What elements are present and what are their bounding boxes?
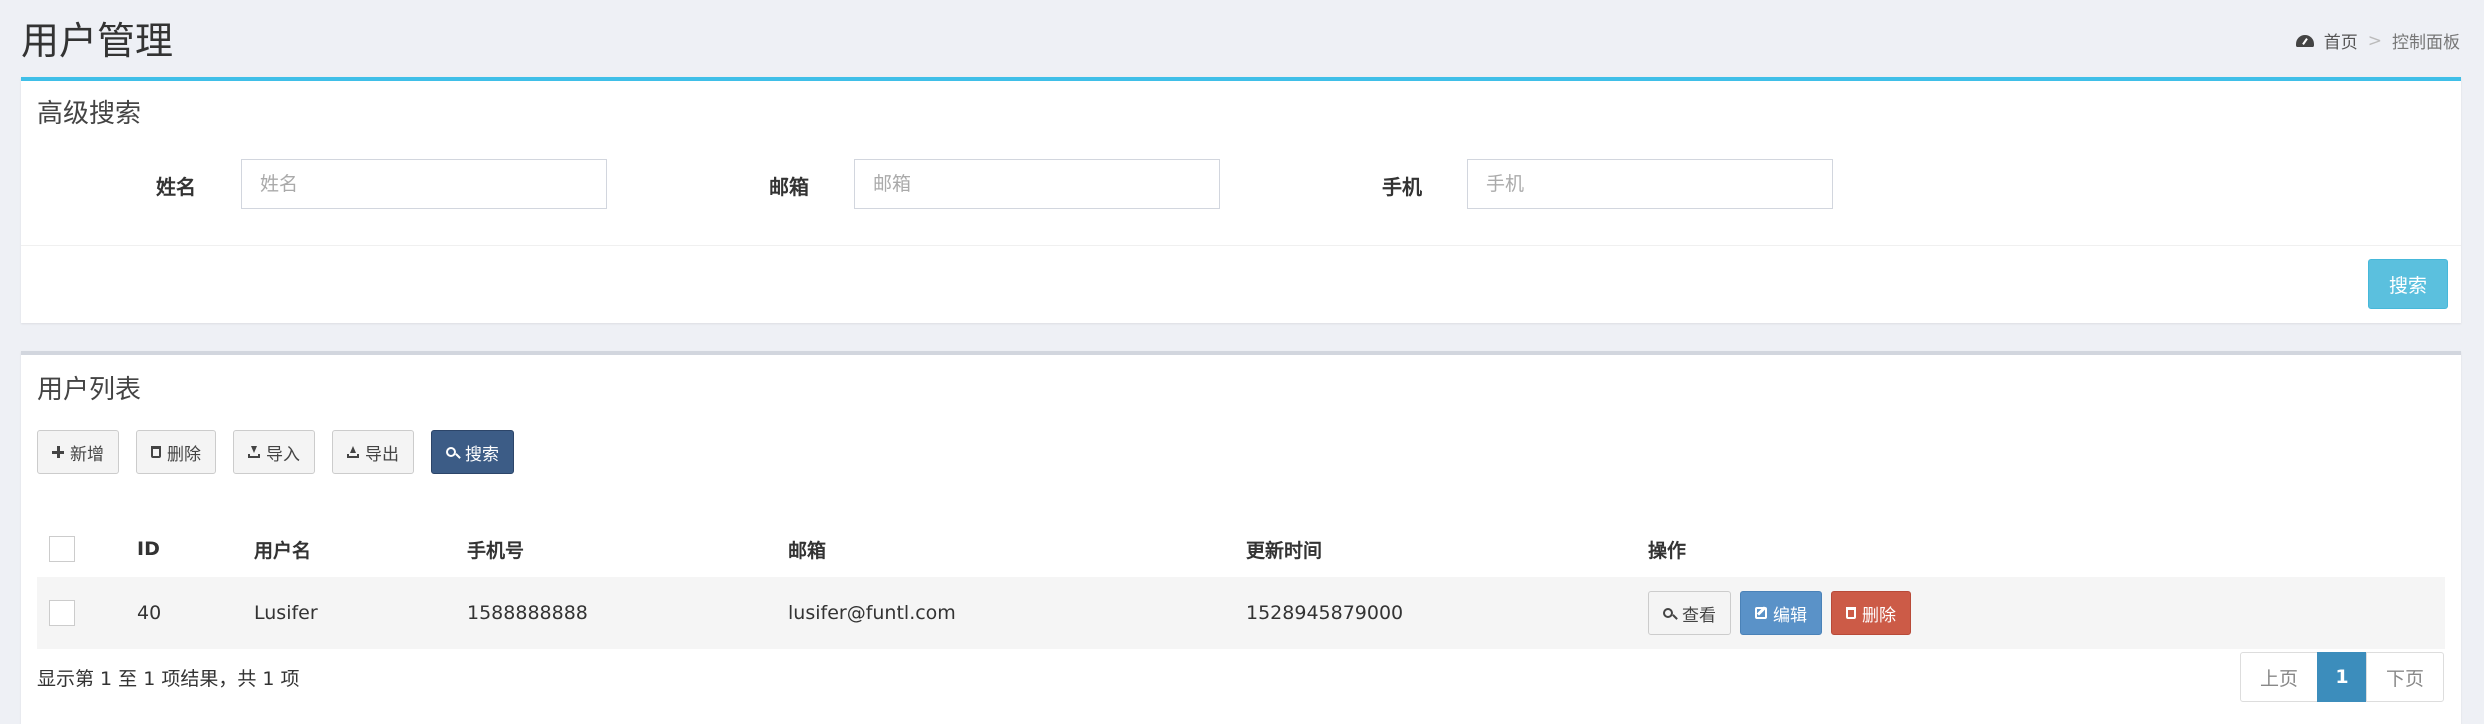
user-list-title: 用户列表 <box>37 375 142 405</box>
import-label: 导入 <box>266 444 300 465</box>
column-header-id: ID <box>137 538 160 560</box>
column-header-username: 用户名 <box>254 539 312 562</box>
search-icon <box>1663 608 1673 618</box>
row-updated: 1528945879000 <box>1246 602 1404 624</box>
column-header-email: 邮箱 <box>788 539 827 562</box>
prev-page-button[interactable]: 上页 <box>2240 652 2318 702</box>
dashboard-icon <box>2295 34 2314 47</box>
export-label: 导出 <box>365 444 399 465</box>
select-all-checkbox[interactable] <box>49 536 75 562</box>
delete-button[interactable]: 删除 <box>1831 591 1911 635</box>
user-list-panel: 用户列表 新增 删除 导入 导出 搜索 ID 用户名 手机号 邮箱 更新时间 操… <box>21 351 2461 724</box>
view-button[interactable]: 查看 <box>1648 591 1731 635</box>
edit-icon <box>1755 607 1767 619</box>
email-input[interactable] <box>854 159 1220 209</box>
page-1-button[interactable]: 1 <box>2317 652 2367 702</box>
advanced-search-title: 高级搜索 <box>37 99 142 129</box>
batch-delete-label: 删除 <box>167 444 201 465</box>
next-page-button[interactable]: 下页 <box>2366 652 2444 702</box>
view-label: 查看 <box>1682 605 1716 626</box>
user-table: ID 用户名 手机号 邮箱 更新时间 操作 40 Lusifer 1588888… <box>37 521 2445 649</box>
column-header-phone: 手机号 <box>467 539 525 562</box>
breadcrumb-home-link[interactable]: 首页 <box>2324 28 2358 53</box>
trash-icon <box>151 446 161 458</box>
row-email: lusifer@funtl.com <box>788 602 956 624</box>
breadcrumb-current: 控制面板 <box>2392 33 2460 53</box>
table-header-row: ID 用户名 手机号 邮箱 更新时间 操作 <box>37 521 2445 577</box>
row-actions: 查看 编辑 删除 <box>1648 577 2445 649</box>
toggle-search-button[interactable]: 搜索 <box>431 430 514 474</box>
edit-button[interactable]: 编辑 <box>1740 591 1822 635</box>
upload-icon <box>347 446 359 458</box>
trash-icon <box>1846 607 1856 619</box>
table-info: 显示第 1 至 1 项结果，共 1 项 <box>37 668 300 690</box>
column-header-updated: 更新时间 <box>1246 539 1323 562</box>
row-username: Lusifer <box>254 602 318 624</box>
batch-delete-button[interactable]: 删除 <box>136 430 216 474</box>
edit-label: 编辑 <box>1773 605 1807 626</box>
row-checkbox[interactable] <box>49 600 75 626</box>
add-button[interactable]: 新增 <box>37 430 119 474</box>
row-phone: 1588888888 <box>467 602 588 624</box>
toggle-search-label: 搜索 <box>465 444 499 465</box>
phone-label: 手机 <box>1382 175 1422 199</box>
export-button[interactable]: 导出 <box>332 430 414 474</box>
import-button[interactable]: 导入 <box>233 430 315 474</box>
name-label: 姓名 <box>156 175 196 199</box>
breadcrumb-separator: > <box>2367 30 2382 51</box>
advanced-search-panel: 高级搜索 姓名 邮箱 手机 搜索 <box>21 77 2461 323</box>
delete-label: 删除 <box>1862 605 1896 626</box>
page-title: 用户管理 <box>21 19 174 63</box>
email-label: 邮箱 <box>769 175 809 199</box>
download-icon <box>248 446 260 458</box>
plus-icon <box>52 446 64 458</box>
pagination: 上页 1 下页 <box>2240 652 2444 702</box>
panel-divider <box>21 245 2461 246</box>
name-input[interactable] <box>241 159 607 209</box>
column-header-actions: 操作 <box>1648 539 1687 562</box>
advanced-search-button[interactable]: 搜索 <box>2368 259 2448 309</box>
phone-input[interactable] <box>1467 159 1833 209</box>
list-toolbar: 新增 删除 导入 导出 搜索 <box>37 430 514 474</box>
add-button-label: 新增 <box>70 444 104 465</box>
table-row: 40 Lusifer 1588888888 lusifer@funtl.com … <box>37 577 2445 649</box>
breadcrumb: 首页 > 控制面板 <box>2295 28 2460 53</box>
row-id: 40 <box>137 602 162 624</box>
search-icon <box>446 447 456 457</box>
